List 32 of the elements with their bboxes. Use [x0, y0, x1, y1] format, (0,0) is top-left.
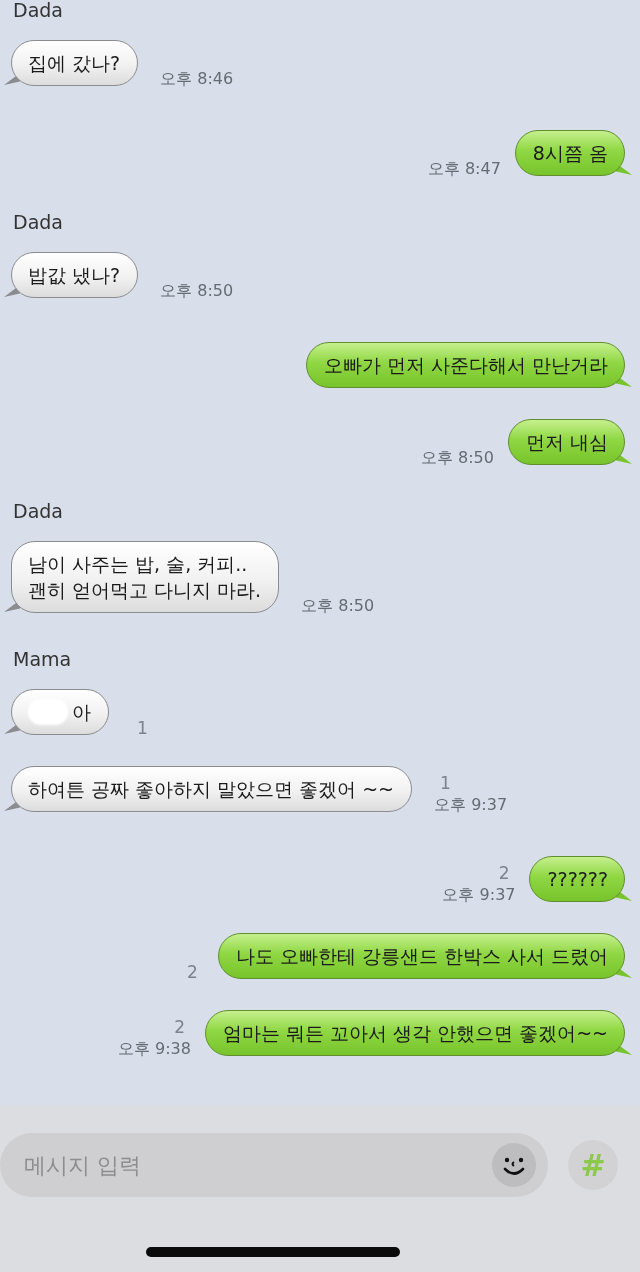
- unread-count: 2: [498, 862, 510, 884]
- message-text: 8시쯤 옴: [532, 141, 608, 166]
- message-time: 오후 9:38: [117, 1038, 191, 1060]
- message-text: 하여튼 공짜 좋아하지 말았으면 좋겠어 ~~: [28, 777, 395, 802]
- unread-count: 2: [174, 1016, 185, 1038]
- message-text: 남이 사주는 밥, 술, 커피.. 괜히 얻어먹고 다니지 마라.: [28, 552, 262, 603]
- message-time: 오후 8:50: [420, 447, 494, 469]
- unread-count: 1: [137, 717, 148, 739]
- sender-name: Dada: [13, 212, 64, 232]
- sender-name: Dada: [13, 501, 64, 521]
- message-time: 오후 8:50: [301, 595, 375, 617]
- message-time: 오후 9:37: [434, 794, 508, 816]
- sender-name: Dada: [13, 0, 64, 20]
- message-text: 집에 갔나?: [28, 51, 121, 76]
- message-input[interactable]: 메시지 입력: [22, 1151, 492, 1179]
- message-time: 오후 8:47: [427, 158, 501, 180]
- message-text: 먼저 내심: [525, 430, 608, 455]
- message-text: ??????: [547, 867, 608, 892]
- message-text: 나도 오빠한테 강릉샌드 한박스 사서 드렸어: [235, 944, 608, 969]
- sender-name: Mama: [13, 649, 73, 669]
- message-time: 오후 8:50: [160, 280, 234, 302]
- message-text: 밥값 냈나?: [28, 263, 121, 288]
- message-text: 엄마는 뭐든 꼬아서 생각 안했으면 좋겠어~~: [222, 1021, 608, 1046]
- message-text: 오빠가 먼저 사준다해서 만난거라: [323, 353, 608, 378]
- message-time: 오후 9:37: [442, 884, 516, 906]
- message-text: 아: [72, 700, 91, 725]
- emoji-button[interactable]: [492, 1143, 536, 1187]
- message-time: 오후 8:46: [160, 68, 234, 90]
- hashtag-button[interactable]: #: [568, 1140, 618, 1190]
- message-field[interactable]: 메시지 입력: [0, 1133, 548, 1197]
- unread-count: 2: [186, 961, 198, 983]
- unread-count: 1: [440, 772, 451, 794]
